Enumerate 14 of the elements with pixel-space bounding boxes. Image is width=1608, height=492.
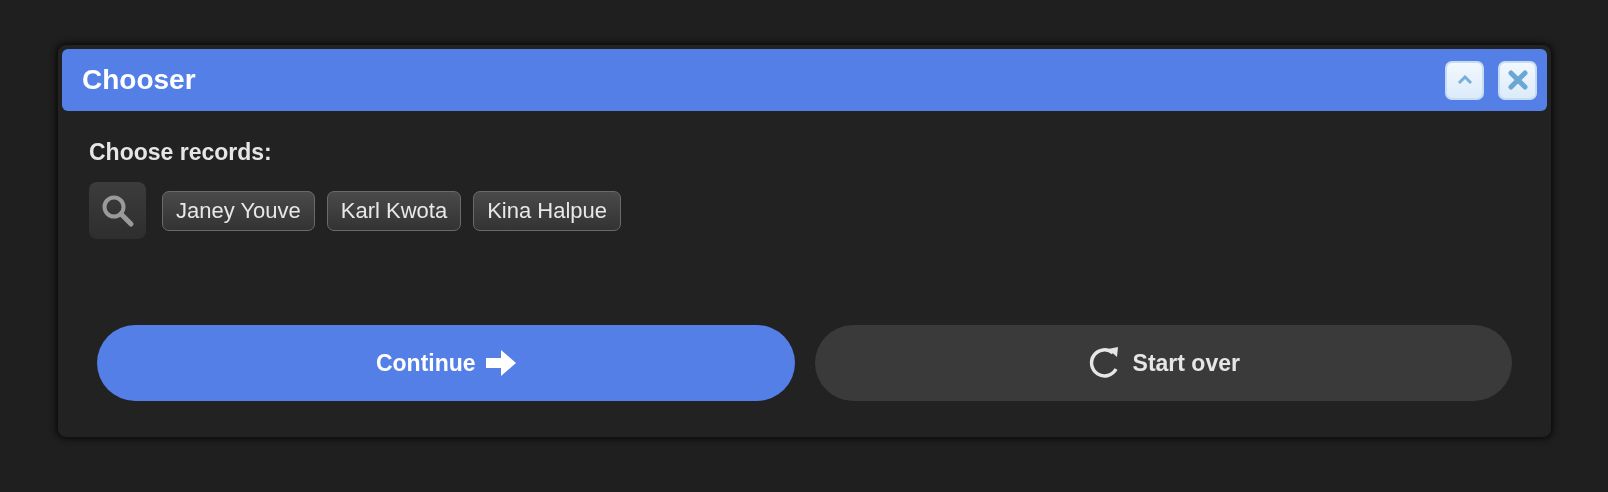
caret-icon [1456,75,1473,85]
continue-button[interactable]: Continue [97,325,795,401]
close-icon [1507,70,1528,90]
collapse-button[interactable] [1445,60,1484,100]
arrow-right-icon [485,350,516,376]
record-chip[interactable]: Karl Kwota [326,190,462,231]
start-over-button[interactable]: Start over [814,325,1512,401]
record-chip[interactable]: Kina Halpue [473,190,622,231]
close-button[interactable] [1498,60,1537,100]
prompt-label: Choose records: [89,139,273,166]
record-chip[interactable]: Janey Youve [162,190,315,231]
search-icon [100,193,135,228]
window-title: Chooser [82,64,197,96]
search-button[interactable] [89,182,146,239]
